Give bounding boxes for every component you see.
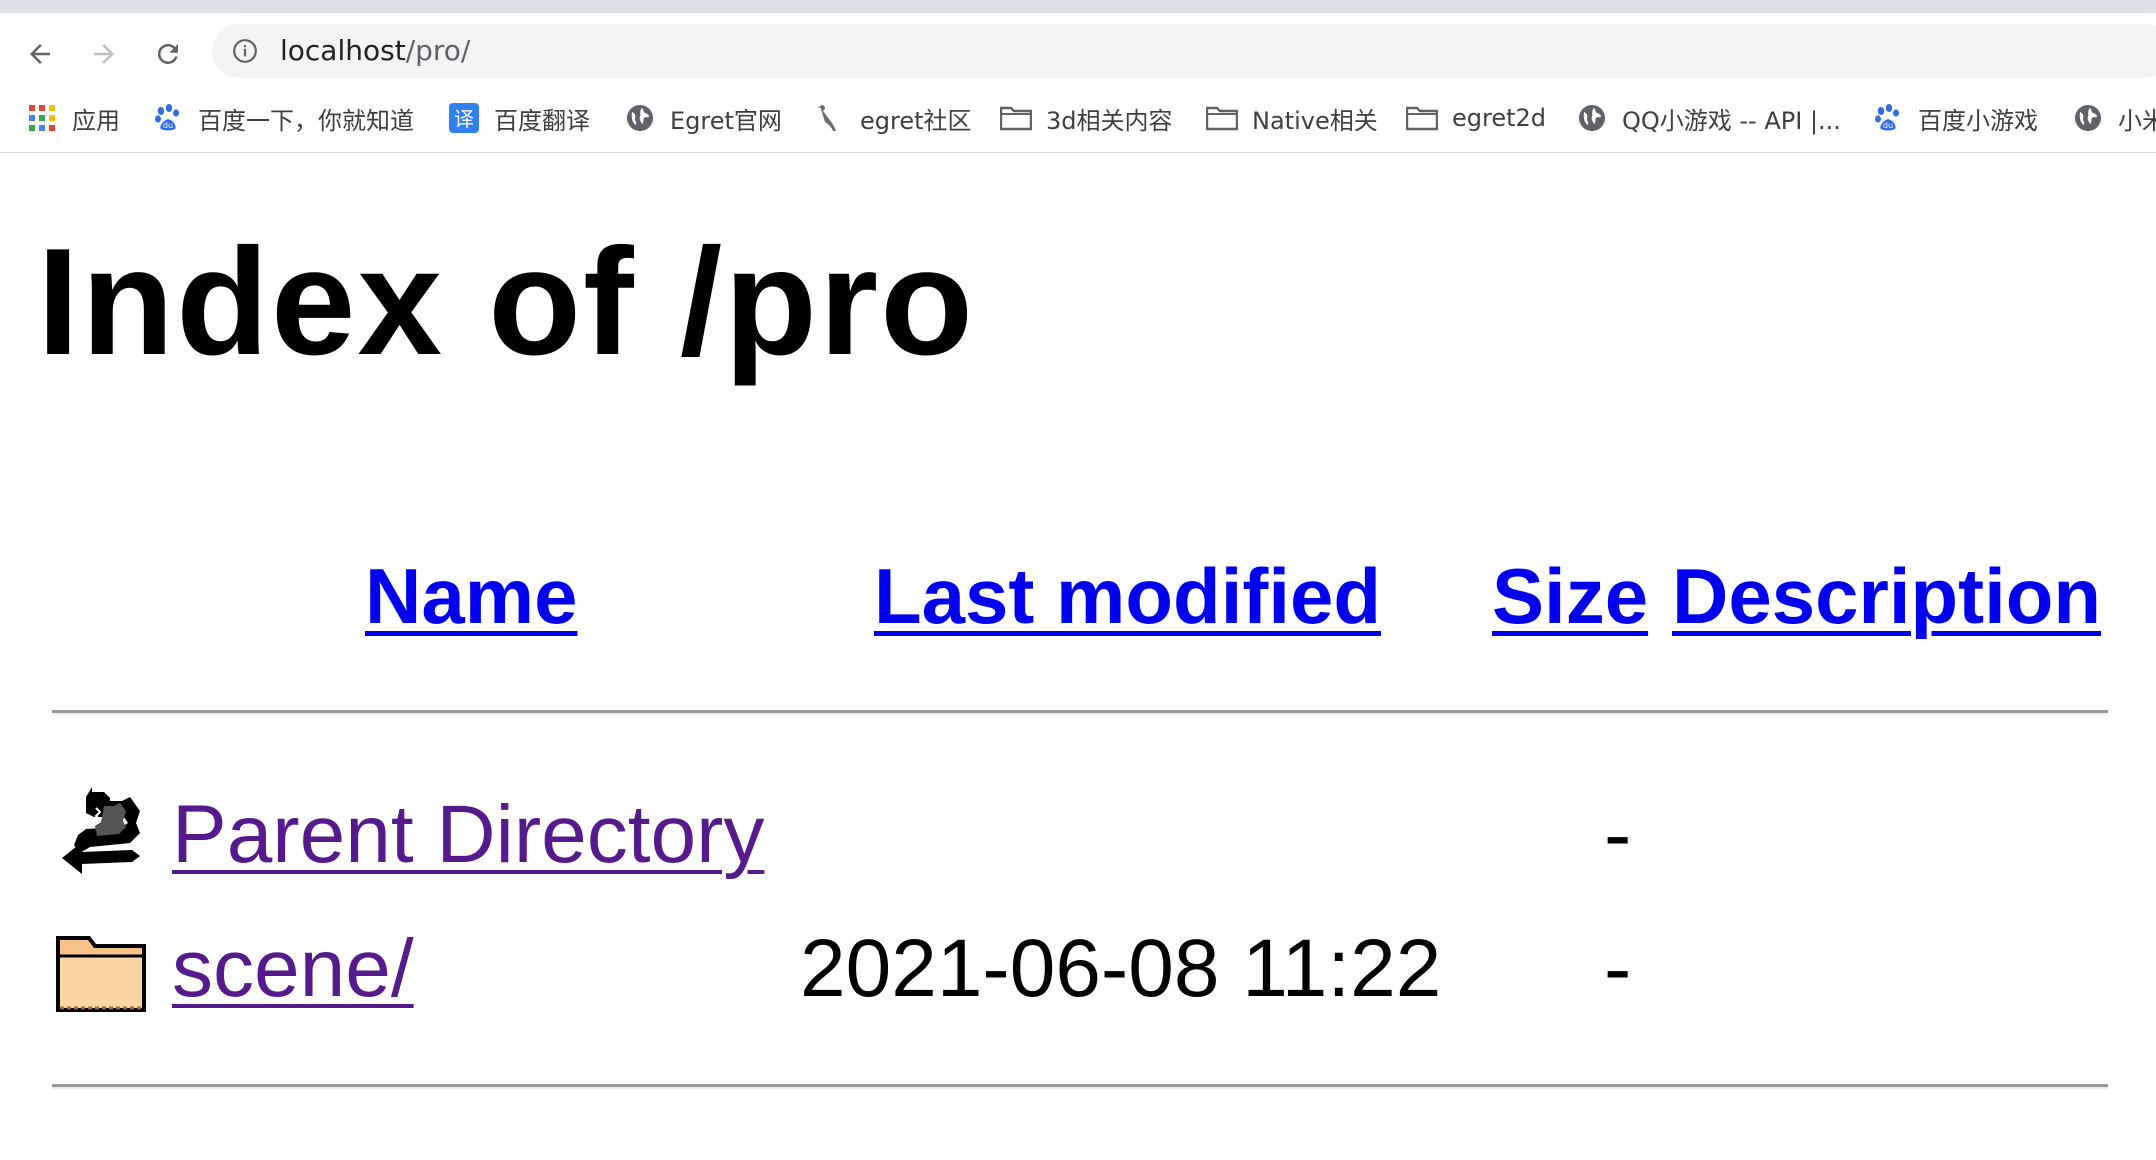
column-header-description[interactable]: Description (1672, 548, 2101, 644)
globe-icon (2072, 102, 2104, 134)
bookmark-label: 百度一下，你就知道 (198, 106, 414, 135)
folder-icon (1206, 102, 1238, 134)
globe-icon (1576, 102, 1608, 134)
page-title: Index of /pro (37, 217, 975, 387)
bookmark-folder-native[interactable]: Native相关 (1206, 98, 1378, 138)
bookmark-egret-community[interactable]: egret社区 (814, 98, 972, 138)
bookmark-label: 小米 (2118, 106, 2156, 135)
translate-icon: 译 (448, 102, 480, 134)
folder-icon (52, 922, 152, 1022)
bookmark-baidu[interactable]: du 百度一下，你就知道 (152, 98, 414, 138)
reload-button[interactable] (146, 32, 190, 76)
bookmark-egret-site[interactable]: Egret官网 (624, 98, 782, 138)
scene-folder-link[interactable]: scene/ (172, 919, 414, 1019)
browser-toolbar: localhost/pro/ (0, 13, 2156, 86)
address-bar[interactable]: localhost/pro/ (212, 24, 2156, 78)
svg-text:du: du (1883, 121, 1893, 130)
bookmark-folder-3d[interactable]: 3d相关内容 (1000, 98, 1173, 138)
bookmark-label: egret2d (1452, 104, 1547, 132)
info-icon[interactable] (232, 38, 258, 64)
row-size: - (1604, 923, 1632, 1014)
bookmark-baidu-translate[interactable]: 译 百度翻译 (448, 98, 590, 138)
row-last-modified: 2021-06-08 11:22 (800, 923, 1442, 1014)
back-arrow-icon (52, 784, 152, 884)
bookmark-label: 百度小游戏 (1918, 106, 2038, 135)
folder-icon (1406, 102, 1438, 134)
bird-icon (814, 102, 846, 134)
bookmark-label: 3d相关内容 (1046, 106, 1173, 135)
apps-grid-icon (26, 102, 58, 134)
bookmark-label: egret社区 (860, 106, 972, 135)
bookmark-label: 百度翻译 (494, 106, 590, 135)
reload-icon (157, 43, 178, 64)
bookmark-label: 应用 (72, 106, 120, 135)
folder-icon (1000, 102, 1032, 134)
row-size: - (1604, 789, 1632, 880)
url-host: localhost (280, 34, 406, 67)
url-path: /pro/ (405, 34, 471, 67)
bookmark-apps[interactable]: 应用 (26, 98, 120, 138)
bookmark-xiaomi[interactable]: 小米 (2072, 98, 2156, 138)
arrow-left-icon (30, 44, 50, 64)
globe-icon (624, 102, 656, 134)
forward-button[interactable] (82, 32, 126, 76)
back-button[interactable] (18, 32, 62, 76)
baidu-paw-icon: du (1872, 102, 1904, 134)
bookmark-label: Native相关 (1252, 106, 1378, 135)
bookmark-baidu-minigame[interactable]: du 百度小游戏 (1872, 98, 2038, 138)
bookmark-folder-egret2d[interactable]: egret2d (1406, 98, 1546, 138)
header-divider (52, 710, 2108, 715)
column-header-name[interactable]: Name (365, 548, 577, 644)
tab-strip (0, 0, 2156, 13)
svg-text:du: du (163, 121, 173, 130)
bookmark-label: QQ小游戏 -- API |... (1622, 106, 1841, 135)
baidu-paw-icon: du (152, 102, 184, 134)
column-header-last-modified[interactable]: Last modified (874, 548, 1381, 644)
svg-text:译: 译 (454, 107, 474, 131)
address-url[interactable]: localhost/pro/ (280, 24, 470, 78)
arrow-right-icon (94, 44, 114, 64)
footer-divider (52, 1084, 2108, 1089)
column-header-size[interactable]: Size (1492, 548, 1648, 644)
bookmarks-bar: 应用 du 百度一下，你就知道 译 百度翻译 Egret官网 egret社区 3… (0, 86, 2156, 153)
bookmark-qq-minigame[interactable]: QQ小游戏 -- API |... (1576, 98, 1841, 138)
bookmark-label: Egret官网 (670, 106, 782, 135)
parent-directory-link[interactable]: Parent Directory (172, 785, 764, 885)
